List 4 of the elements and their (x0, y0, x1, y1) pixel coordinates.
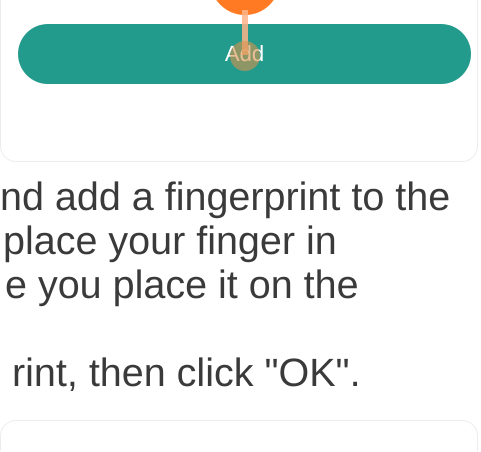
instruction-line: place your finger in (3, 219, 337, 263)
instruction-line: rint, then click "OK". (12, 351, 361, 395)
instruction-line: e you place it on the (5, 263, 359, 307)
instruction-line: nd add a fingerprint to the (0, 175, 450, 219)
